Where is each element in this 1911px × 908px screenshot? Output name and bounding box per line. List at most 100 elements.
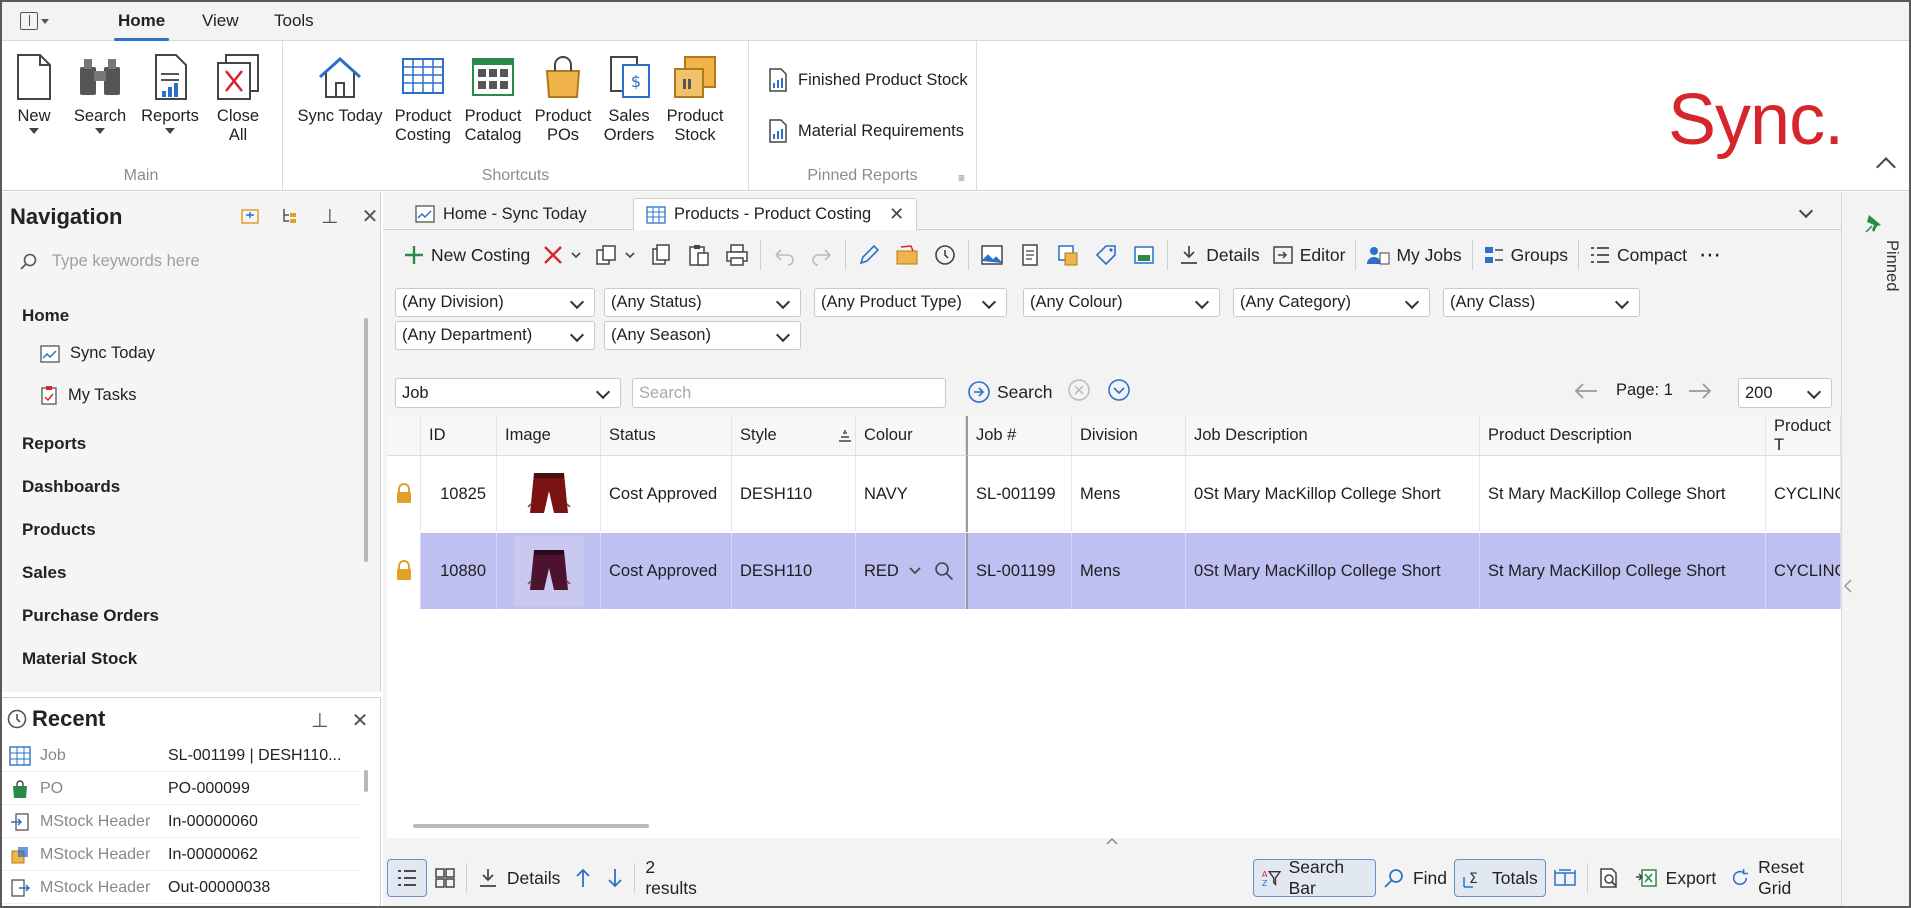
sync-today-button[interactable]: Sync Today xyxy=(297,53,383,126)
chevron-left-icon[interactable] xyxy=(1843,578,1853,594)
expand-icon[interactable] xyxy=(240,206,260,226)
collapse-ribbon-icon[interactable] xyxy=(1876,157,1896,177)
copy-dropdown-button[interactable] xyxy=(588,237,642,273)
undo-icon[interactable] xyxy=(771,242,797,268)
documents-icon[interactable] xyxy=(1017,242,1043,268)
product-stock-button[interactable]: Product Stock xyxy=(665,53,725,145)
grid-horizontal-scrollbar[interactable] xyxy=(413,824,649,828)
recent-item[interactable]: MStock Header Out-00000038 xyxy=(0,872,360,904)
department-filter[interactable]: (Any Department) xyxy=(395,321,595,350)
group-options-icon[interactable]: ≡ xyxy=(958,171,965,185)
column-width-button[interactable] xyxy=(1546,859,1584,897)
previous-page-icon[interactable] xyxy=(1573,380,1599,402)
pin-icon[interactable]: ⊥ xyxy=(320,206,340,228)
nav-section-products[interactable]: Products xyxy=(22,520,96,540)
recent-item[interactable]: MStock Header In-00000062 xyxy=(0,839,360,871)
recent-scrollbar[interactable] xyxy=(364,770,368,792)
doc-tab-home-sync-today[interactable]: Home - Sync Today xyxy=(403,198,599,230)
nav-section-material-stock[interactable]: Material Stock xyxy=(22,649,137,669)
page-size-select[interactable]: 200 xyxy=(1738,378,1832,408)
product-type-filter[interactable]: (Any Product Type) xyxy=(814,288,1007,317)
nav-item-sync-today[interactable]: Sync Today xyxy=(40,344,155,363)
close-icon[interactable]: ✕ xyxy=(360,206,380,228)
table-row-selected[interactable]: 10880 Cost Approved DESH110 RED SL-00119… xyxy=(387,533,1841,609)
copy-icon[interactable] xyxy=(648,242,674,268)
column-header-image[interactable]: Image xyxy=(497,416,601,456)
tab-view[interactable]: View xyxy=(202,11,239,31)
column-header-status[interactable]: Status xyxy=(601,416,732,456)
history-icon[interactable] xyxy=(932,242,958,268)
search-icon[interactable] xyxy=(934,561,954,581)
open-folder-icon[interactable] xyxy=(894,242,920,268)
clear-search-icon[interactable] xyxy=(1067,378,1091,402)
nav-section-purchase-orders[interactable]: Purchase Orders xyxy=(22,606,159,626)
navigation-scrollbar[interactable] xyxy=(364,318,368,562)
my-jobs-button[interactable]: My Jobs xyxy=(1360,237,1467,273)
close-all-button[interactable]: Close All xyxy=(212,53,264,145)
nav-section-sales[interactable]: Sales xyxy=(22,563,66,583)
next-page-icon[interactable] xyxy=(1687,380,1713,402)
division-filter[interactable]: (Any Division) xyxy=(395,288,595,317)
chevron-up-icon[interactable] xyxy=(1105,836,1119,846)
recent-item[interactable]: MStock Header In-00000060 xyxy=(0,806,360,838)
column-header-colour[interactable]: Colour xyxy=(856,416,966,456)
search-button[interactable]: Search xyxy=(961,374,1058,410)
season-filter[interactable]: (Any Season) xyxy=(604,321,801,350)
tab-home[interactable]: Home xyxy=(113,11,170,41)
image-icon[interactable] xyxy=(979,242,1005,268)
close-icon[interactable]: ✕ xyxy=(350,710,370,732)
status-filter[interactable]: (Any Status) xyxy=(604,288,801,317)
column-header-job-description[interactable]: Job Description xyxy=(1186,416,1480,456)
pinned-report-material-requirements[interactable]: Material Requirements xyxy=(768,119,964,143)
close-tab-icon[interactable]: ✕ xyxy=(889,204,904,225)
search-field-select[interactable]: Job xyxy=(395,378,621,408)
product-catalog-button[interactable]: Product Catalog xyxy=(463,53,523,145)
pin-icon[interactable]: ⊥ xyxy=(310,710,330,732)
column-header-id[interactable]: ID xyxy=(421,416,497,456)
expand-search-icon[interactable] xyxy=(1107,378,1131,402)
chevron-down-icon[interactable] xyxy=(908,565,922,577)
nav-item-my-tasks[interactable]: My Tasks xyxy=(40,385,136,405)
tab-list-dropdown-icon[interactable] xyxy=(1798,203,1814,219)
new-button[interactable]: New xyxy=(10,53,58,134)
groups-button[interactable]: Groups xyxy=(1477,237,1574,273)
column-header-division[interactable]: Division xyxy=(1072,416,1186,456)
tree-icon[interactable] xyxy=(280,206,300,226)
reset-grid-button[interactable]: Reset Grid xyxy=(1723,857,1841,898)
card-view-button[interactable] xyxy=(427,859,463,897)
search-input[interactable]: Search xyxy=(632,378,946,408)
totals-toggle[interactable]: Σ Totals xyxy=(1454,859,1546,897)
product-pos-button[interactable]: Product POs xyxy=(533,53,593,145)
delete-button[interactable] xyxy=(536,237,588,273)
app-menu-button[interactable] xyxy=(20,10,58,32)
compact-button[interactable]: Compact xyxy=(1583,237,1693,273)
new-costing-button[interactable]: New Costing xyxy=(397,237,536,273)
editor-button[interactable]: Editor xyxy=(1266,237,1352,273)
redo-icon[interactable] xyxy=(809,242,835,268)
details-button[interactable]: Details xyxy=(1172,237,1266,273)
class-filter[interactable]: (Any Class) xyxy=(1443,288,1640,317)
list-view-button[interactable] xyxy=(387,859,427,897)
column-header-job-number[interactable]: Job # xyxy=(966,416,1072,456)
navigation-search[interactable]: Type keywords here xyxy=(20,252,200,271)
more-options-icon[interactable]: ⋯ xyxy=(1697,242,1723,268)
edit-pencil-icon[interactable] xyxy=(856,242,882,268)
materials-icon[interactable] xyxy=(1055,242,1081,268)
print-preview-button[interactable] xyxy=(1591,859,1627,897)
colour-cell-editor[interactable]: RED xyxy=(856,533,966,609)
search-bar-toggle[interactable]: AZ Search Bar xyxy=(1252,857,1376,898)
pinned-report-finished-product-stock[interactable]: Finished Product Stock xyxy=(768,68,968,92)
table-row[interactable]: 10825 Cost Approved DESH110 NAVY SL-0011… xyxy=(387,456,1841,532)
move-down-button[interactable] xyxy=(599,859,631,897)
recent-item[interactable]: PO PO-000099 xyxy=(0,773,360,805)
colour-filter[interactable]: (Any Colour) xyxy=(1023,288,1220,317)
pinned-side-strip[interactable]: Pinned xyxy=(1841,192,1911,908)
costing-icon[interactable] xyxy=(1131,242,1157,268)
nav-section-dashboards[interactable]: Dashboards xyxy=(22,477,120,497)
export-button[interactable]: Export xyxy=(1627,859,1724,897)
tab-tools[interactable]: Tools xyxy=(274,11,314,31)
sales-orders-button[interactable]: $ Sales Orders xyxy=(603,53,655,145)
column-header-style[interactable]: Style xyxy=(732,416,856,456)
print-icon[interactable] xyxy=(724,242,750,268)
move-up-button[interactable] xyxy=(567,859,599,897)
